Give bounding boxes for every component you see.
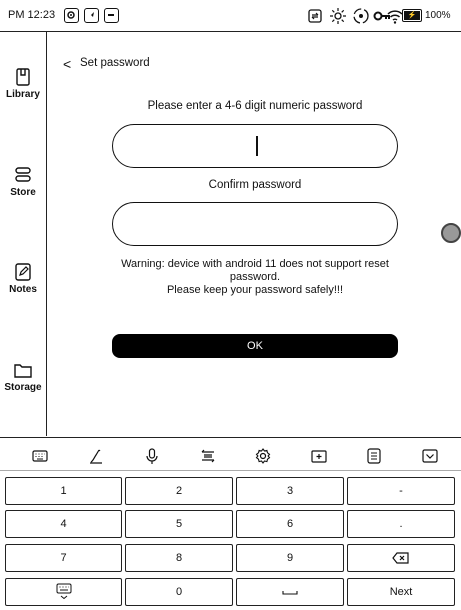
floating-ball-button[interactable] [441, 223, 461, 243]
key-6[interactable]: 6 [236, 510, 344, 538]
backspace-icon [392, 552, 409, 564]
sidebar-item-notes[interactable]: Notes [0, 262, 46, 295]
warning-line: Warning: device with android 11 does not… [121, 258, 389, 270]
key-backspace[interactable] [347, 544, 455, 572]
keyboard-switch-icon [56, 583, 71, 600]
key-7[interactable]: 7 [5, 544, 122, 572]
key-8[interactable]: 8 [125, 544, 233, 572]
sidebar-item-label: Store [10, 187, 36, 198]
key-dot[interactable]: . [347, 510, 455, 538]
hide-keyboard-icon[interactable] [421, 447, 439, 465]
key-2[interactable]: 2 [125, 477, 233, 505]
keyboard-icon[interactable] [31, 447, 49, 465]
sidebar-item-storage[interactable]: Storage [0, 360, 46, 393]
key-next[interactable]: Next [347, 578, 455, 606]
battery-icon: ⚡ [402, 9, 422, 22]
status-bar: PM 12:23 ⚡ 100% [0, 0, 461, 32]
key-space[interactable] [236, 578, 344, 606]
confirm-password-input[interactable] [112, 202, 398, 246]
key-3[interactable]: 3 [236, 477, 344, 505]
window-add-icon[interactable] [310, 447, 328, 465]
key-5[interactable]: 5 [125, 510, 233, 538]
battery-percent: 100% [425, 10, 451, 21]
sidebar-item-store[interactable]: Store [0, 165, 46, 198]
circle-dot-icon [64, 8, 79, 23]
key-4[interactable]: 4 [5, 510, 122, 538]
password-prompt: Please enter a 4-6 digit numeric passwor… [147, 100, 363, 112]
minus-box-icon [104, 8, 119, 23]
text-caret [256, 136, 258, 156]
key-0[interactable]: 0 [125, 578, 233, 606]
sidebar: Library Store Notes Storage [0, 32, 47, 436]
page-title: Set password [80, 57, 150, 69]
back-button[interactable]: < [63, 56, 71, 72]
key-1[interactable]: 1 [5, 477, 122, 505]
numeric-keypad: 1 2 3 - 4 5 6 . 7 8 9 0 Next [0, 472, 461, 610]
sync-icon[interactable] [352, 7, 370, 25]
send-icon [84, 8, 99, 23]
status-time: PM 12:23 [8, 9, 56, 21]
notepad-icon[interactable] [365, 447, 383, 465]
sidebar-item-label: Storage [4, 382, 42, 393]
sidebar-item-label: Library [6, 89, 40, 100]
warning-line: password. [229, 271, 281, 283]
microphone-icon[interactable] [143, 447, 161, 465]
confirm-password-label: Confirm password [208, 179, 302, 191]
key-minus[interactable]: - [347, 477, 455, 505]
clipboard-swap-icon[interactable] [199, 447, 217, 465]
library-icon [16, 68, 30, 86]
sidebar-item-label: Notes [9, 284, 37, 295]
space-icon [282, 591, 298, 595]
brightness-icon[interactable] [329, 7, 347, 25]
warning-text: Warning: device with android 11 does not… [112, 258, 398, 297]
ok-button[interactable]: OK [112, 334, 398, 358]
screen-refresh-icon[interactable] [306, 7, 324, 25]
key-keyboard-switch[interactable] [5, 578, 122, 606]
store-icon [15, 167, 31, 182]
warning-line: Please keep your password safely!!! [166, 284, 344, 296]
sidebar-item-library[interactable]: Library [0, 67, 46, 100]
notes-icon [15, 263, 31, 281]
handwriting-icon[interactable] [87, 447, 105, 465]
settings-gear-icon[interactable] [254, 447, 272, 465]
keyboard-toolbar [0, 437, 461, 471]
storage-icon [14, 364, 32, 378]
password-input[interactable] [112, 124, 398, 168]
key-9[interactable]: 9 [236, 544, 344, 572]
